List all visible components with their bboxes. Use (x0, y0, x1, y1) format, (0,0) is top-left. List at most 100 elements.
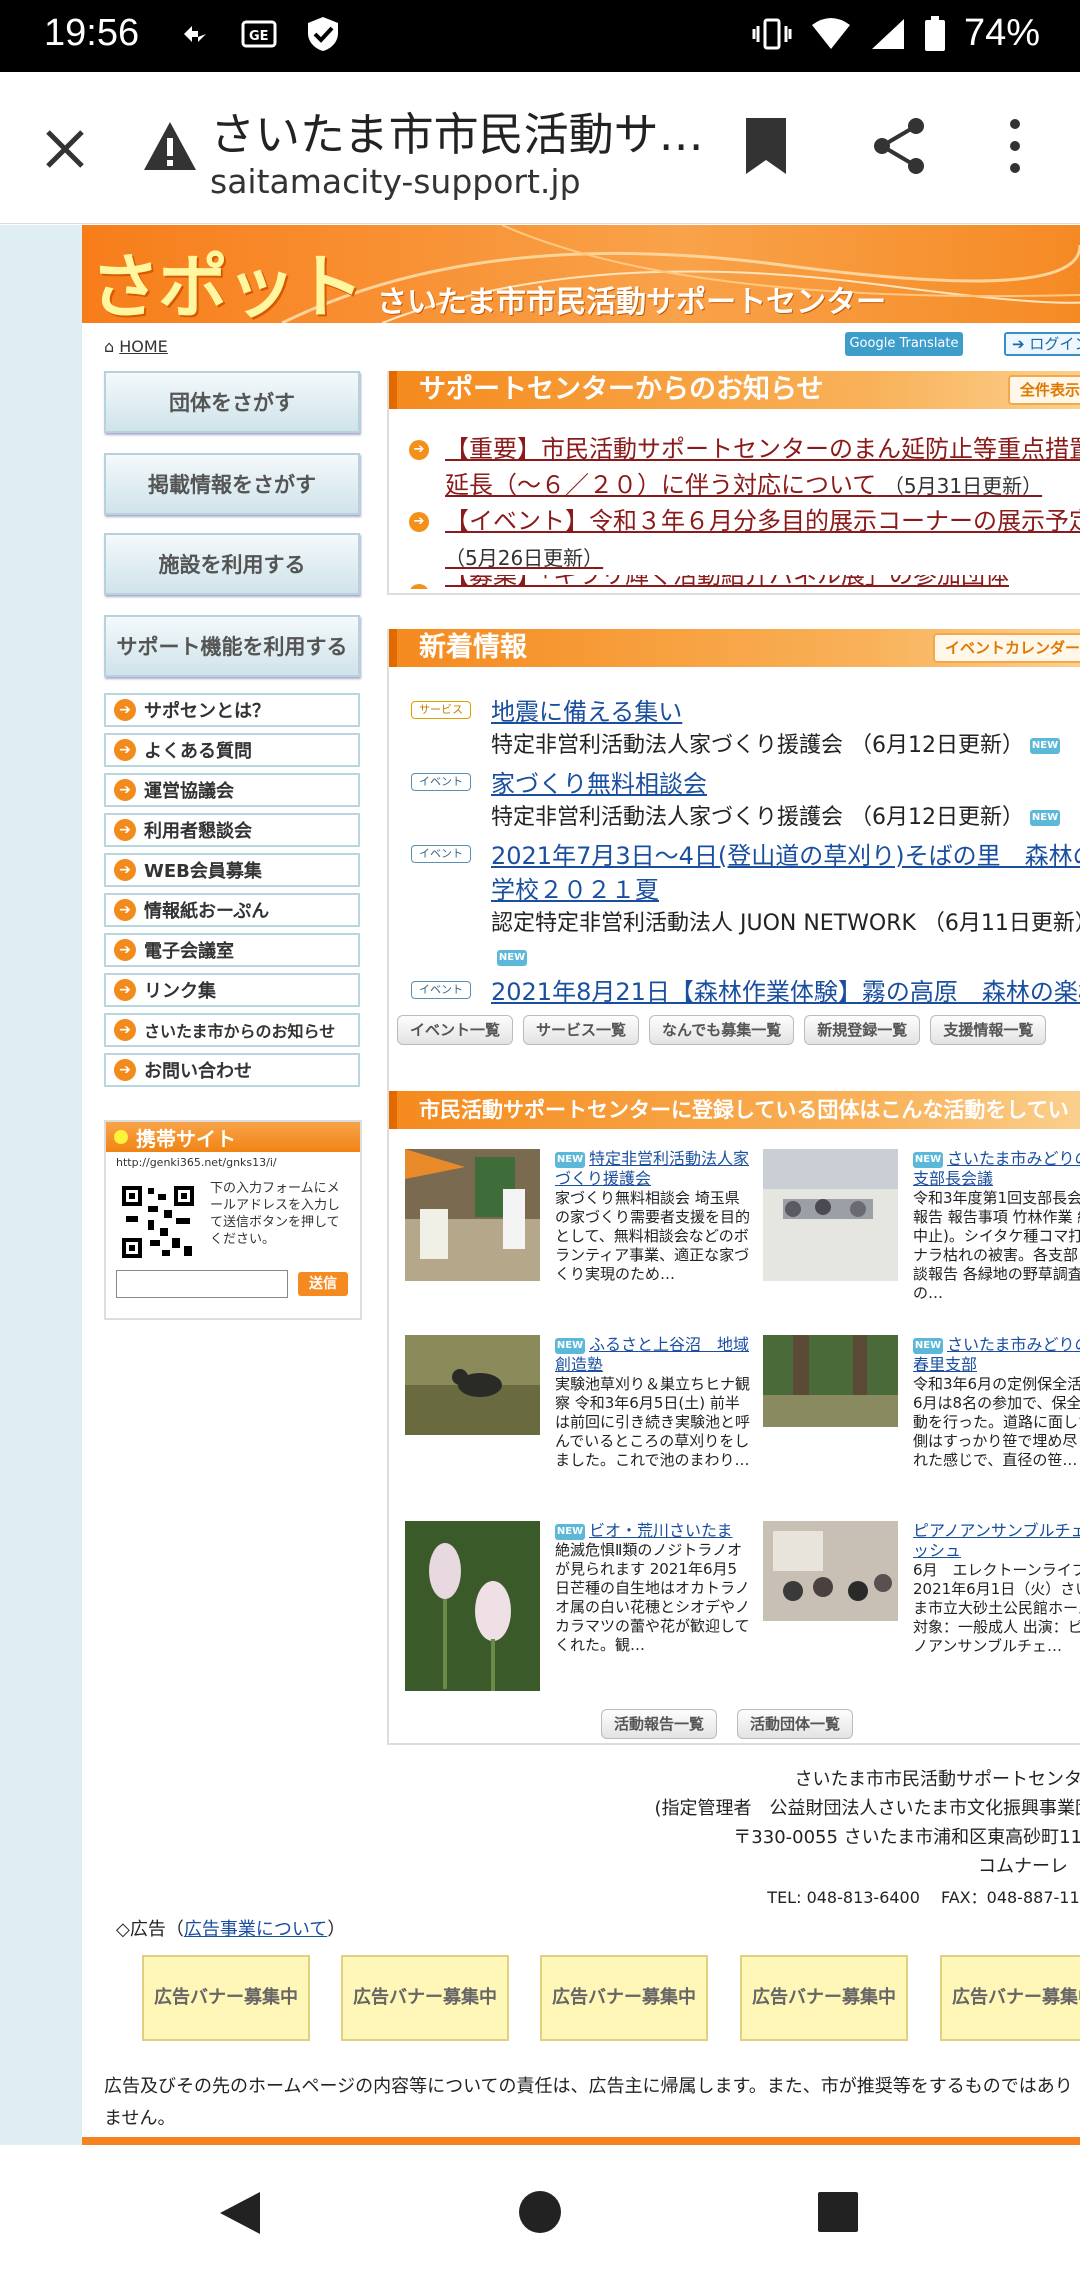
find-listings-button[interactable]: 掲載情報をさがす (104, 453, 360, 515)
sidebar-link-label: さいたま市からのお知らせ (144, 1022, 336, 1041)
activity-photo[interactable] (763, 1335, 898, 1427)
use-facilities-button[interactable]: 施設を利用する (104, 533, 360, 595)
sidebar-link-faq[interactable]: ➔ よくある質問 (104, 733, 360, 767)
ad-program-link[interactable]: 広告事業について (184, 1919, 327, 1940)
activity-photo[interactable] (405, 1335, 540, 1435)
sidebar-link-users-meeting[interactable]: ➔ 利用者懇談会 (104, 813, 360, 847)
notice-item[interactable]: ➔ 【イベント】令和３年６月分多目的展示コーナーの展示予定 （5月26日更新） (409, 503, 1080, 576)
activity-card[interactable]: NEWさいたま市みどりの会支部長会議令和3年度第1回支部長会議報告 報告事項 竹… (763, 1149, 1080, 1329)
breadcrumb-home-link[interactable]: HOME (119, 337, 168, 356)
activity-text: NEW ビオ・荒川さいたま 絶滅危惧Ⅱ類のノジトラノオが見られます 2021年6月5… (555, 1521, 750, 1655)
ad-label: ◇広告（広告事業について） (116, 1915, 345, 1941)
news-item-org: 特定非営利活動法人家づくり援護会 （6月12日更新） NEW (491, 801, 1080, 835)
activity-body: 家づくり無料相談会 埼玉県の家づくり需要者支援を目的として、無料相談会などのボラ… (555, 1189, 751, 1283)
ad-banner-slot[interactable]: 広告バナー募集中 (940, 1955, 1080, 2041)
notice-item[interactable]: ➔【募集】「キラリ輝く活動紹介パネル展」の参加団体 (409, 575, 1080, 589)
google-translate-button[interactable]: Google Translate (845, 332, 963, 356)
bookmark-icon[interactable] (742, 116, 790, 176)
news-item-title[interactable]: 地震に備える集い (491, 695, 1080, 729)
activity-photo[interactable] (405, 1149, 540, 1281)
mobile-site-url: http://genki365.net/gnks13/i/ (116, 1156, 277, 1169)
site-banner[interactable]: さポット さいたま市市民活動サポートセンター (82, 225, 1080, 323)
new-badge: NEW (555, 1151, 585, 1168)
sidebar-link-newsletter[interactable]: ➔ 情報紙おーぷん (104, 893, 360, 927)
news-item-title[interactable]: 2021年7月3日～4日(登山道の草刈り)そばの里 森林の学校２０２１夏 (491, 839, 1080, 907)
news-item-title[interactable]: 家づくり無料相談会 (491, 767, 1080, 801)
wifi-icon (811, 17, 850, 49)
activity-card[interactable]: NEW 特定非営利活動法人家づくり援護会 家づくり無料相談会 埼玉県の家づくり需要者… (405, 1149, 750, 1329)
ad-disclaimer: 広告及びその先のホームページの内容等についての責任は、広告主に帰属します。また、… (104, 2076, 1073, 2129)
sidebar-link-web-members[interactable]: ➔ WEB会員募集 (104, 853, 360, 887)
home-icon: ⌂ (104, 337, 115, 356)
find-group-button[interactable]: 団体をさがす (104, 371, 360, 433)
ad-banner-slot[interactable]: 広告バナー募集中 (142, 1955, 310, 2041)
recent-apps-button[interactable] (818, 2192, 858, 2232)
close-icon[interactable] (36, 120, 94, 178)
activity-card[interactable]: NEW ふるさと上谷沼 地域創造塾 実験池草刈り＆巣立ちヒナ観察 令和3年6月5日(… (405, 1335, 750, 1515)
sidebar-link-about[interactable]: ➔ サポセンとは？ (104, 693, 360, 727)
notice-date: （5月31日更新） (883, 474, 1043, 498)
site-logo: さポット (90, 246, 364, 323)
sidebar-link-label: お問い合わせ (144, 1061, 252, 1082)
activity-title[interactable]: ピアノアンサンブルチェリッシュ (913, 1521, 1080, 1560)
activity-title[interactable]: ビオ・荒川さいたま (589, 1521, 733, 1540)
home-button[interactable] (519, 2191, 561, 2233)
arrow-right-icon: ➔ (409, 512, 429, 532)
service-list-button[interactable]: サービス一覧 (523, 1015, 640, 1045)
share-icon[interactable] (870, 116, 930, 176)
arrow-right-icon: ➔ (114, 1019, 136, 1041)
mobile-email-input[interactable] (116, 1270, 288, 1298)
notice-date: （5月26日更新） (445, 546, 604, 570)
news-item-org-text: 特定非営利活動法人家づくり援護会 （6月12日更新） (491, 805, 1024, 830)
activities-section: 市民活動サポートセンターに登録している団体はこんな活動をしています NEW 特定非… (387, 1091, 1080, 1745)
sidebar-link-label: よくある質問 (144, 741, 252, 762)
event-list-button[interactable]: イベント一覧 (397, 1015, 514, 1045)
ad-banner-slot[interactable]: 広告バナー募集中 (740, 1955, 908, 2041)
sidebar-link-council[interactable]: ➔ 運営協議会 (104, 773, 360, 807)
recruit-list-button[interactable]: なんでも募集一覧 (649, 1015, 795, 1045)
notice-title[interactable]: 【イベント】令和３年６月分多目的展示コーナーの展示予定 (445, 507, 1080, 535)
notice-title[interactable]: 【募集】「キラリ輝く活動紹介パネル展」の参加団体 (445, 575, 1009, 589)
notices-show-all-button[interactable]: 全件表示 (1007, 375, 1080, 405)
battery-level: 74% (963, 12, 1040, 54)
activity-photo[interactable] (763, 1521, 898, 1621)
support-info-list-button[interactable]: 支援情報一覧 (930, 1015, 1047, 1045)
activity-group-list-button[interactable]: 活動団体一覧 (737, 1709, 854, 1739)
new-registration-list-button[interactable]: 新規登録一覧 (804, 1015, 921, 1045)
web-page: さポット さいたま市市民活動サポートセンター ⌂ HOME Google Tra… (0, 225, 1080, 2145)
sidebar-link-e-meeting[interactable]: ➔ 電子会議室 (104, 933, 360, 967)
sidebar-link-contact[interactable]: ➔ お問い合わせ (104, 1053, 360, 1087)
arrow-right-icon: ➔ (114, 819, 136, 841)
breadcrumb: ⌂ HOME (104, 337, 168, 356)
activity-text: NEWさいたま市みどりの会支部長会議令和3年度第1回支部長会議報告 報告事項 竹… (913, 1149, 1080, 1303)
activity-report-list-button[interactable]: 活動報告一覧 (601, 1709, 718, 1739)
event-calendar-button[interactable]: イベントカレンダー (932, 633, 1080, 663)
new-badge: NEW (1030, 810, 1060, 826)
more-options-icon[interactable] (1000, 116, 1030, 176)
activity-photo[interactable] (405, 1521, 540, 1691)
back-icon[interactable] (218, 2190, 262, 2236)
ad-banner-slot[interactable]: 広告バナー募集中 (341, 1955, 509, 2041)
status-bar: 19:56 GE 74% (0, 0, 1080, 72)
use-support-button[interactable]: サポート機能を利用する (104, 615, 360, 677)
news-item: イベント 2021年8月21日【森林作業体験】霧の高原 森林の楽校 (411, 975, 1080, 1009)
arrow-right-icon: ➔ (114, 1059, 136, 1081)
sidebar-link-city-news[interactable]: ➔ さいたま市からのお知らせ (104, 1013, 360, 1047)
activity-card[interactable]: NEW ビオ・荒川さいたま 絶滅危惧Ⅱ類のノジトラノオが見られます 2021年6月5… (405, 1521, 750, 1701)
news-item-org: 認定特定非営利活動法人 JUON NETWORK （6月11日更新） NEW (491, 907, 1080, 975)
mobile-send-button[interactable]: 送信 (298, 1272, 348, 1296)
ad-banner-slot[interactable]: 広告バナー募集中 (540, 1955, 708, 2041)
login-button[interactable]: ➔ ログイン (1004, 332, 1080, 356)
arrow-right-icon: ➔ (409, 440, 429, 460)
activity-card[interactable]: NEWさいたま市みどりの会春里支部令和3年6月の定例保全活動 6月は8名の参加で… (763, 1335, 1080, 1515)
sidebar-link-links[interactable]: ➔ リンク集 (104, 973, 360, 1007)
news-item-title[interactable]: 2021年8月21日【森林作業体験】霧の高原 森林の楽校 (491, 975, 1080, 1009)
activity-list-buttons: 活動報告一覧 活動団体一覧 (601, 1709, 854, 1739)
page-url[interactable]: saitamacity-support.jp (210, 162, 581, 201)
warning-icon[interactable] (142, 118, 198, 174)
activity-photo[interactable] (763, 1149, 898, 1281)
mobile-site-header: 携帯サイト (106, 1122, 360, 1152)
notice-item[interactable]: ➔ 【重要】市民活動サポートセンターのまん延防止等重点措置延長（～６／２０）に伴う… (409, 431, 1080, 504)
activity-card[interactable]: ピアノアンサンブルチェリッシュ6月 エレクトーンライブ 2021年6月1日（火）… (763, 1521, 1080, 1701)
svg-text:GE: GE (249, 29, 269, 44)
